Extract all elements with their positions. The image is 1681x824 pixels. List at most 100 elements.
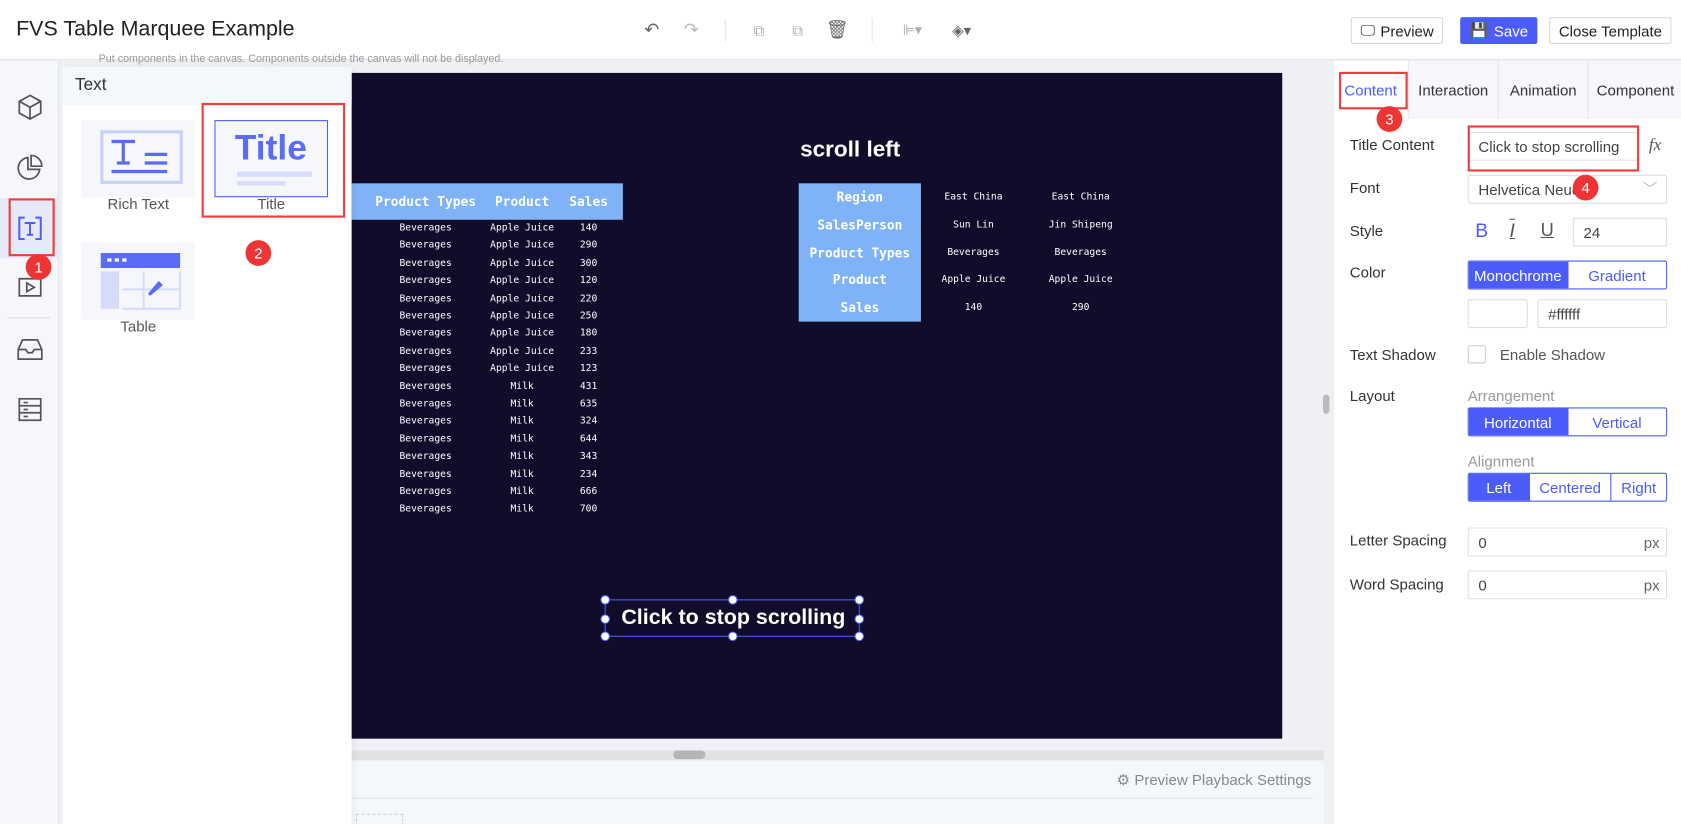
table-row: Beverages Apple Juice 120 — [352, 275, 623, 292]
unit-label: px — [1643, 533, 1660, 552]
table-cell: Beverages — [399, 486, 452, 498]
horizontal-option[interactable]: Horizontal — [1468, 408, 1568, 436]
table-cell: East China — [1051, 191, 1110, 203]
vertical-option[interactable]: Vertical — [1568, 408, 1666, 435]
underline-icon[interactable]: U — [1541, 220, 1554, 241]
table-component[interactable] — [81, 242, 196, 320]
table-cell: Milk — [510, 416, 534, 428]
cube-icon — [17, 94, 42, 120]
resize-handle[interactable] — [854, 614, 865, 624]
table-cell: Beverages — [947, 247, 1000, 258]
enable-shadow-checkbox[interactable] — [1467, 345, 1486, 364]
color-label: Color — [1349, 263, 1386, 281]
resize-handle[interactable] — [600, 595, 611, 605]
preview-playback-settings[interactable]: ⚙ Preview Playback Settings — [1117, 771, 1312, 789]
bold-icon[interactable]: B — [1475, 220, 1488, 243]
table-cell: Milk — [510, 451, 534, 463]
copy-icon[interactable]: ⧉ — [747, 18, 771, 42]
delete-icon[interactable]: 🗑 — [826, 18, 850, 42]
monochrome-option[interactable]: Monochrome — [1468, 261, 1568, 289]
table-cell: Jin Shipeng — [1048, 219, 1113, 231]
align-left-option[interactable]: Left — [1468, 473, 1530, 501]
scroll-title[interactable]: scroll left — [800, 137, 900, 163]
playback-settings-label: Preview Playback Settings — [1134, 770, 1312, 788]
table-cell: Milk — [510, 433, 534, 445]
tab-component[interactable]: Component — [1589, 61, 1681, 119]
properties-panel: Content Interaction Animation Component … — [1332, 61, 1681, 824]
rail-item-chart[interactable] — [0, 137, 59, 197]
arrangement-label: Arrangement — [1467, 387, 1555, 405]
table-cell: Beverages — [399, 504, 452, 516]
color-hex-input[interactable]: #ffffff — [1537, 299, 1668, 329]
table-cell: Apple Juice — [1048, 274, 1113, 286]
fx-icon[interactable]: fx — [1649, 136, 1661, 155]
letter-spacing-input[interactable]: 0 px — [1467, 527, 1668, 557]
font-size-input[interactable]: 24 — [1572, 217, 1668, 247]
table-row: Beverages Milk 343 — [352, 450, 623, 467]
table-cell: 431 — [579, 381, 598, 392]
letter-spacing-label: Letter Spacing — [1349, 531, 1447, 549]
tab-animation[interactable]: Animation — [1499, 61, 1589, 120]
table-row: Beverages Apple Juice 250 — [352, 310, 623, 327]
selected-title-text: Click to stop scrolling — [621, 605, 846, 630]
rail-item-3d[interactable] — [0, 77, 59, 137]
horizontal-scrollbar[interactable] — [673, 750, 706, 760]
table-cell: Beverages — [399, 398, 452, 410]
step-badge-4: 4 — [1572, 174, 1599, 201]
resize-handle[interactable] — [600, 631, 611, 642]
table-cell: Milk — [510, 398, 534, 410]
table-row: Beverages Milk 644 — [352, 433, 623, 450]
rich-text-component[interactable] — [81, 120, 196, 198]
left-table-body: Beverages Apple Juice 140 Beverages Apple Ju… — [352, 222, 623, 526]
vertical-scrollbar[interactable] — [1322, 394, 1330, 414]
italic-icon[interactable]: I — [1510, 220, 1515, 243]
table-row: Beverages Apple Juice 233 — [352, 345, 623, 362]
table-cell: 666 — [579, 486, 598, 498]
align-dropdown-icon[interactable]: ⊫▾ — [896, 18, 928, 42]
layers-dropdown-icon[interactable]: ◈▾ — [946, 18, 978, 42]
resize-handle[interactable] — [727, 595, 738, 605]
color-swatch[interactable] — [1467, 299, 1528, 329]
table-row: Beverages Apple Juice 140 — [352, 222, 623, 239]
close-template-button[interactable]: Close Template — [1549, 17, 1672, 44]
table-row: Beverages Apple Juice 180 — [352, 327, 623, 344]
rail-item-resources[interactable] — [0, 319, 59, 379]
table-cell: 700 — [579, 504, 598, 516]
step-badge-2: 2 — [245, 240, 272, 266]
table-cell: Apple Juice — [490, 258, 555, 269]
inbox-icon — [16, 338, 43, 361]
table-cell: Beverages — [399, 451, 452, 463]
word-spacing-input[interactable]: 0 px — [1467, 570, 1668, 600]
paste-icon[interactable]: ⧉ — [786, 18, 810, 42]
tab-interaction[interactable]: Interaction — [1409, 61, 1499, 120]
gradient-option[interactable]: Gradient — [1568, 262, 1666, 289]
redo-icon[interactable]: ↷ — [680, 18, 704, 42]
table-cell: Milk — [510, 469, 534, 480]
horizontal-scrollbar-track[interactable] — [351, 750, 1325, 761]
resize-handle[interactable] — [727, 631, 738, 642]
row-header: Region — [836, 189, 884, 205]
column-header: Product Types — [375, 194, 476, 210]
rail-item-server[interactable] — [0, 380, 59, 440]
table-cell: 635 — [579, 398, 598, 410]
resize-handle[interactable] — [600, 614, 611, 624]
align-right-option[interactable]: Right — [1611, 474, 1666, 501]
table-cell: Beverages — [399, 381, 452, 392]
table-row: Beverages Apple Juice 123 — [352, 363, 623, 380]
save-button[interactable]: 💾 Save — [1460, 17, 1538, 44]
divider — [724, 18, 726, 42]
resize-handle[interactable] — [854, 595, 865, 605]
divider — [351, 797, 1314, 799]
font-select[interactable]: Helvetica Neue ﹀ — [1467, 174, 1668, 204]
table-row: Beverages Milk 234 — [352, 468, 623, 485]
selected-title-component[interactable]: Click to stop scrolling — [600, 595, 865, 642]
table-cell: 290 — [579, 240, 598, 252]
rich-text-icon — [100, 130, 183, 184]
align-centered-option[interactable]: Centered — [1530, 473, 1612, 501]
table-icon — [100, 253, 182, 310]
resize-handle[interactable] — [854, 631, 865, 642]
alignment-label: Alignment — [1467, 452, 1535, 470]
timeline-item[interactable] — [355, 813, 404, 824]
undo-icon[interactable]: ↶ — [640, 18, 664, 42]
preview-button[interactable]: 🖵 Preview — [1350, 17, 1444, 44]
